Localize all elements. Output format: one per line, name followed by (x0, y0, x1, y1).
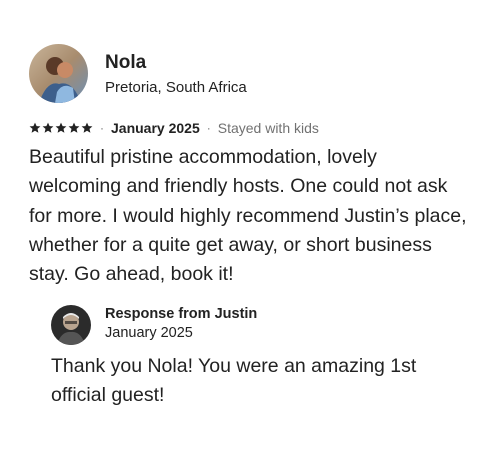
star-icon (68, 122, 80, 133)
trip-type: Stayed with kids (217, 120, 319, 136)
star-icon (81, 122, 93, 133)
star-icon (55, 122, 67, 133)
rating-stars (29, 122, 93, 134)
star-icon (29, 122, 41, 133)
reviewer-name[interactable]: Nola (105, 52, 146, 74)
review-meta: · January 2025 · Stayed with kids (29, 118, 319, 138)
response-title: Response from Justin (105, 306, 258, 322)
meta-separator: · (206, 121, 211, 135)
response-text: Thank you Nola! You were an amazing 1st … (51, 355, 417, 407)
response-date: January 2025 (105, 325, 193, 341)
next-content-clipped (100, 462, 420, 469)
meta-separator: · (100, 121, 104, 135)
review-date: January 2025 (111, 120, 200, 136)
star-icon (42, 122, 54, 133)
host-avatar[interactable] (51, 305, 91, 345)
reviewer-location: Pretoria, South Africa (105, 79, 247, 96)
review-text: Beautiful pristine accommodation, lovely… (29, 146, 467, 286)
previous-content-clipped (29, 0, 469, 8)
reviewer-avatar[interactable] (29, 44, 88, 103)
